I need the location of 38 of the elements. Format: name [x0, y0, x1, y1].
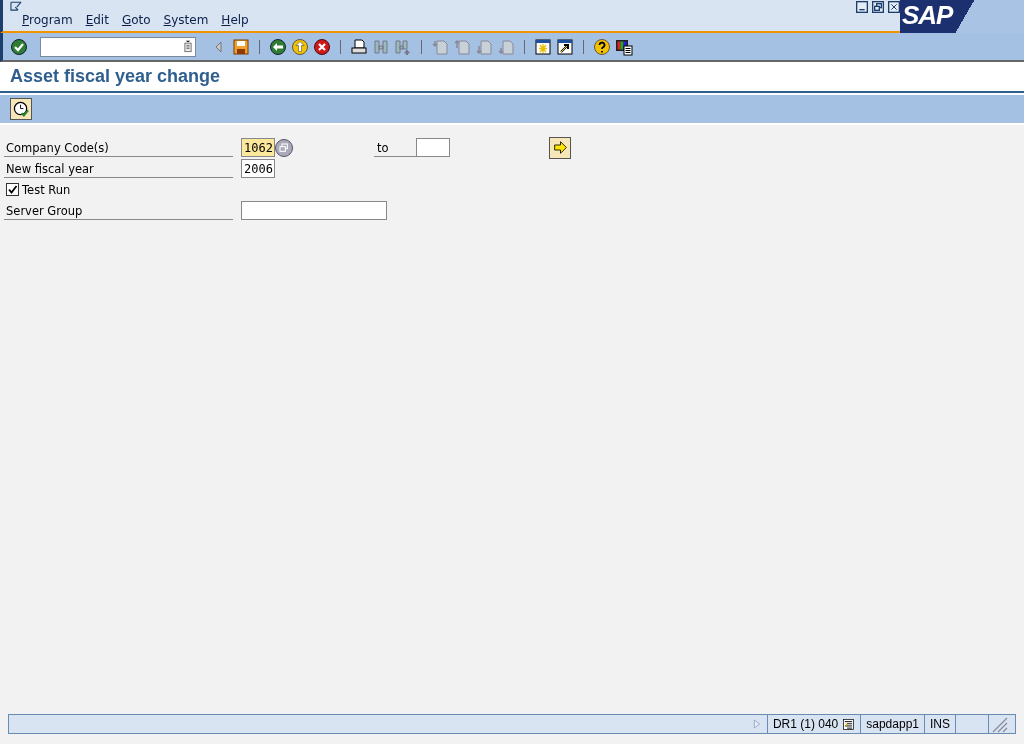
menu-item[interactable]: Help — [221, 13, 249, 27]
screen-title: Asset fiscal year change — [10, 66, 221, 87]
monitor-document-icon[interactable] — [615, 37, 633, 56]
clock-check-icon — [12, 100, 30, 118]
cancel-x-icon[interactable] — [313, 37, 331, 56]
field-label: Company Code(s) — [4, 138, 233, 157]
restore-icon[interactable] — [872, 1, 884, 13]
new-window-icon[interactable] — [534, 37, 552, 56]
enter-check-icon[interactable] — [10, 37, 28, 56]
server-name: sapdapp1 — [860, 715, 924, 733]
field-label: New fiscal year — [4, 159, 233, 178]
test-run-checkbox[interactable] — [6, 183, 19, 196]
fiscal-year-field[interactable]: 2006 — [241, 159, 275, 178]
windows-icon — [278, 141, 290, 154]
sap-logo: SAP — [900, 0, 1024, 33]
history-list-icon[interactable] — [181, 39, 195, 54]
close-icon[interactable] — [888, 1, 900, 13]
multiple-selection-button[interactable] — [275, 138, 293, 157]
menu-item[interactable]: Edit — [85, 13, 109, 27]
menu-item[interactable]: Goto — [121, 13, 151, 27]
shortcut-window-icon[interactable] — [556, 37, 574, 56]
printer-icon[interactable] — [350, 37, 368, 56]
menu-item[interactable]: System — [163, 13, 209, 27]
company-code-from-field[interactable]: 1062 — [241, 138, 275, 157]
checkbox-label: Test Run — [22, 182, 71, 197]
multiple-selection-arrow-button[interactable] — [549, 136, 571, 159]
minimize-icon[interactable] — [856, 1, 868, 13]
field-label: Server Group — [4, 201, 233, 220]
menu-item[interactable]: Program — [22, 13, 73, 27]
right-arrow-icon — [552, 140, 568, 155]
system-info-icon[interactable] — [842, 717, 856, 731]
system-info: DR1 (1) 040 — [772, 717, 839, 731]
company-code-to-field[interactable] — [416, 138, 450, 157]
insert-mode: INS — [924, 715, 955, 733]
server-group-field[interactable] — [241, 201, 387, 220]
execute-button[interactable] — [10, 98, 32, 120]
help-question-icon[interactable] — [593, 37, 611, 56]
command-field[interactable] — [40, 36, 196, 57]
